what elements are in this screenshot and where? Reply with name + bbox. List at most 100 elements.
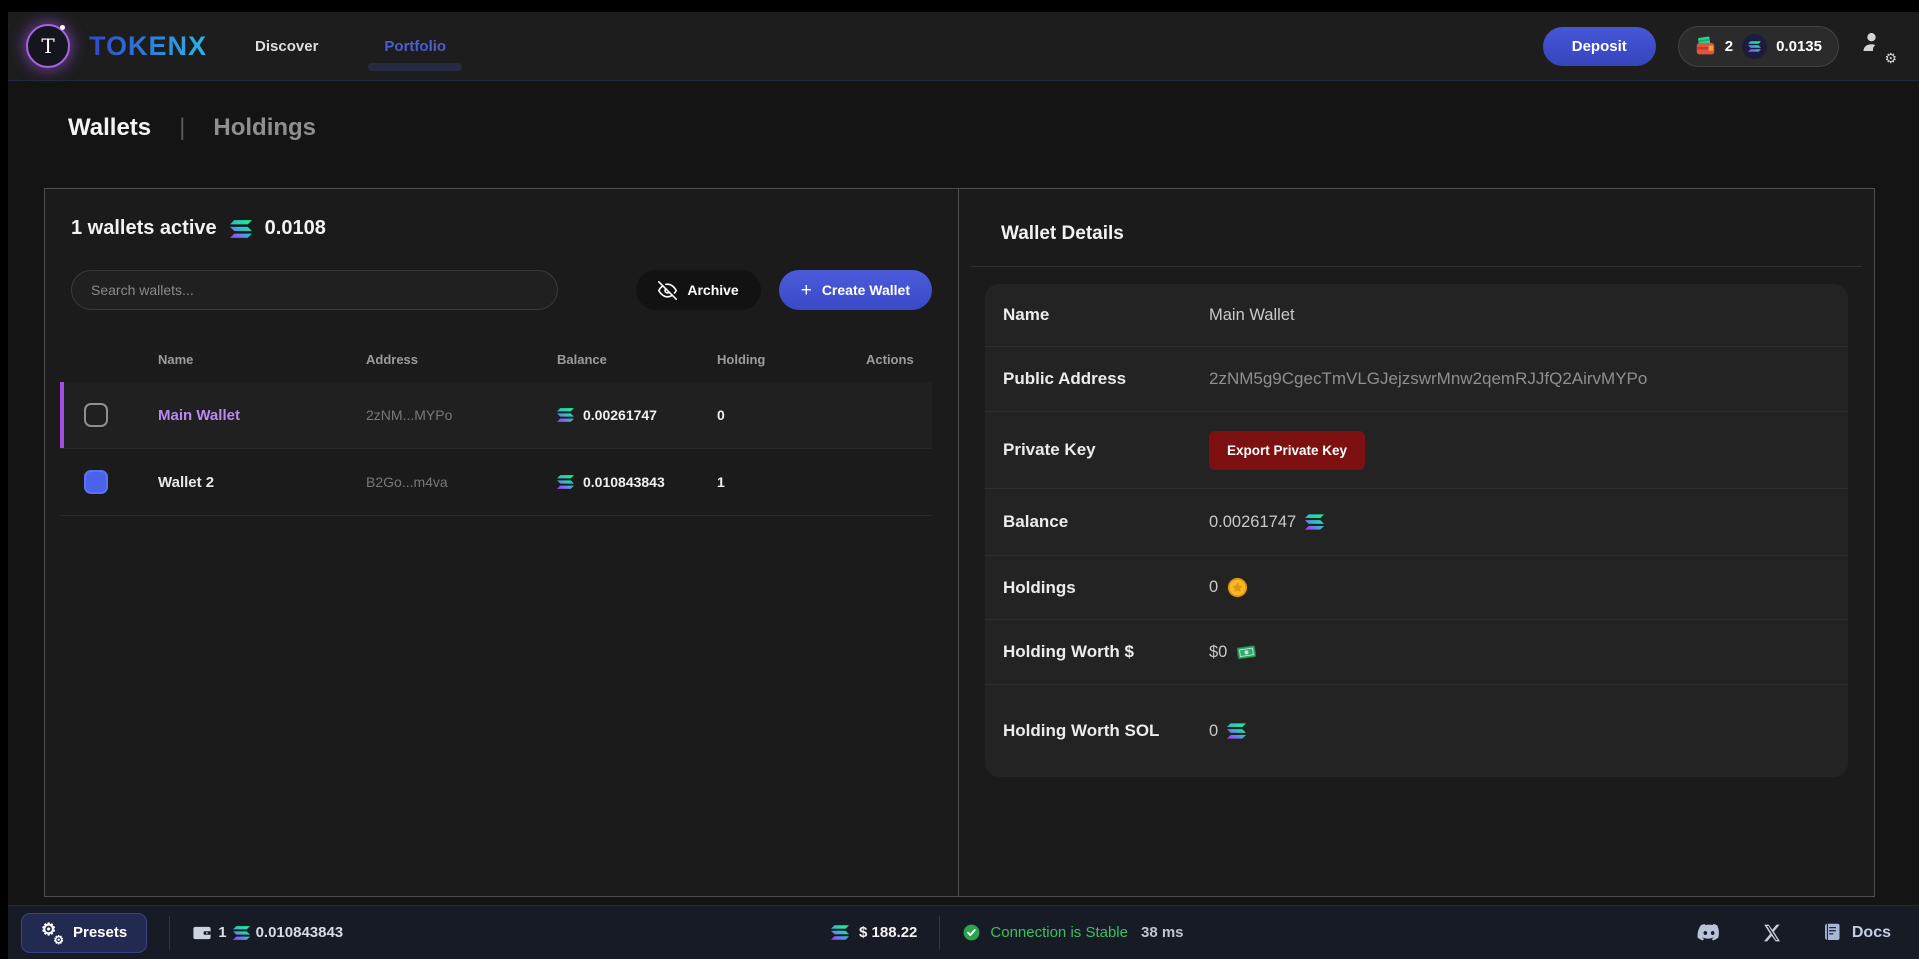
presets-label: Presets — [73, 924, 127, 941]
latency-value: 38 ms — [1141, 924, 1184, 941]
money-bill-icon — [1236, 642, 1257, 663]
statusbar-divider — [939, 916, 940, 950]
connection-status-text: Connection is Stable — [990, 924, 1128, 941]
wallet-balance: 0.00261747 — [583, 407, 657, 423]
active-wallets-label: 1 wallets active — [71, 217, 217, 240]
detail-label-name: Name — [1003, 302, 1199, 328]
deposit-button[interactable]: Deposit — [1543, 27, 1656, 66]
detail-value-public-address[interactable]: 2zNM5g9CgecTmVLGJejzswrMnw2qemRJJfQ2Airv… — [1199, 369, 1848, 389]
coin-icon — [1227, 577, 1248, 598]
export-private-key-button[interactable]: Export Private Key — [1209, 431, 1365, 470]
wallet-details-title: Wallet Details — [1001, 223, 1848, 245]
logo-letter: T — [41, 34, 54, 58]
wallet-address: B2Go...m4va — [344, 474, 534, 490]
detail-row-holding-worth-sol: Holding Worth SOL 0 — [985, 685, 1848, 777]
eye-off-icon — [658, 281, 677, 300]
statusbar-center-group: $ 188.22 Connection is Stable 38 ms — [831, 916, 1184, 950]
discord-icon[interactable] — [1696, 921, 1722, 945]
top-nav-bar: T TOKENX Discover Portfolio Deposit 2 0.… — [8, 12, 1919, 81]
brand-name: TOKENX — [89, 31, 207, 62]
status-bar: ⚙⚙ Presets 1 0.010843843 $ 188.22 Connec… — [8, 905, 1919, 959]
column-header-name[interactable]: Name — [132, 352, 344, 367]
wallets-table-header: Name Address Balance Holding Actions — [60, 336, 932, 382]
archive-button[interactable]: Archive — [636, 270, 760, 310]
column-header-holding[interactable]: Holding — [694, 352, 842, 367]
detail-row-private-key: Private Key Export Private Key — [985, 412, 1848, 489]
statusbar-divider — [169, 916, 170, 950]
wallet-name[interactable]: Wallet 2 — [132, 474, 344, 491]
solana-icon — [1305, 514, 1324, 530]
wallet-balance-cell: 0.010843843 — [534, 474, 694, 490]
solana-icon — [557, 475, 574, 489]
solana-icon — [230, 220, 252, 238]
wallet-balance-cell: 0.00261747 — [534, 407, 694, 423]
connection-status-group: Connection is Stable — [962, 923, 1128, 942]
person-icon — [1861, 30, 1885, 54]
wallet-holding: 1 — [694, 474, 842, 490]
detail-label-private-key: Private Key — [1003, 437, 1199, 463]
wallet-address: 2zNM...MYPo — [344, 407, 534, 423]
user-settings-icon[interactable]: ⚙ — [1861, 30, 1895, 62]
tokenx-logo-icon[interactable]: T — [26, 24, 70, 68]
solana-icon — [233, 926, 250, 940]
solana-icon — [1227, 723, 1246, 739]
column-header-actions: Actions — [842, 352, 932, 367]
presets-button[interactable]: ⚙⚙ Presets — [21, 913, 147, 953]
create-wallet-label: Create Wallet — [822, 282, 910, 298]
wallet-name[interactable]: Main Wallet — [132, 407, 344, 424]
solana-icon — [831, 925, 849, 940]
wallet-row-main-wallet[interactable]: Main Wallet 2zNM...MYPo 0.00261747 0 — [60, 382, 932, 449]
main-panels: 1 wallets active 0.0108 Archive + Create… — [44, 188, 1875, 897]
nav-item-discover[interactable]: Discover — [255, 29, 318, 64]
detail-value-private-key: Export Private Key — [1199, 431, 1848, 470]
gears-icon: ⚙⚙ — [41, 922, 63, 944]
holding-worth-usd: $0 — [1209, 643, 1227, 662]
wallet-checkbox-checked[interactable] — [84, 470, 108, 494]
detail-value-holdings: 0 — [1199, 577, 1848, 598]
wallet-row-wallet-2[interactable]: Wallet 2 B2Go...m4va 0.010843843 1 — [60, 449, 932, 516]
wallet-checkbox-unchecked[interactable] — [84, 403, 108, 427]
holdings-count: 0 — [1209, 578, 1218, 597]
main-nav: Discover Portfolio — [255, 29, 446, 64]
column-header-address[interactable]: Address — [344, 352, 534, 367]
wallet-details-panel: Wallet Details Name Main Wallet Public A… — [959, 189, 1874, 896]
detail-value-balance: 0.00261747 — [1199, 513, 1848, 532]
header-sol-balance: 0.0135 — [1776, 38, 1822, 55]
tab-wallets[interactable]: Wallets — [68, 114, 151, 142]
search-input[interactable] — [71, 270, 558, 310]
detail-label-public-address: Public Address — [1003, 366, 1199, 392]
solana-icon — [557, 408, 574, 422]
archive-label: Archive — [687, 282, 738, 298]
detail-row-holdings: Holdings 0 — [985, 556, 1848, 620]
check-circle-icon — [962, 923, 981, 942]
wallet-summary-pill[interactable]: 2 0.0135 — [1678, 26, 1839, 67]
sol-price-group: $ 188.22 — [831, 924, 917, 941]
detail-value-name: Main Wallet — [1199, 306, 1848, 325]
wallets-controls: Archive + Create Wallet — [71, 270, 932, 310]
detail-label-balance: Balance — [1003, 509, 1199, 535]
nav-item-portfolio[interactable]: Portfolio — [384, 29, 446, 64]
gear-icon: ⚙ — [1884, 51, 1897, 65]
detail-label-holding-worth-usd: Holding Worth $ — [1003, 639, 1199, 665]
column-header-balance[interactable]: Balance — [534, 352, 694, 367]
wallet-emoji-icon — [1695, 36, 1716, 57]
statusbar-wallet-count: 1 — [218, 924, 226, 941]
header-wallet-count: 2 — [1725, 38, 1733, 55]
wallets-table: Name Address Balance Holding Actions Mai… — [60, 336, 932, 516]
detail-row-balance: Balance 0.00261747 — [985, 489, 1848, 556]
detail-value-holding-worth-usd: $0 — [1199, 642, 1848, 663]
docs-link[interactable]: Docs — [1822, 922, 1891, 943]
statusbar-right-group: Docs — [1696, 921, 1891, 945]
detail-row-public-address: Public Address 2zNM5g9CgecTmVLGJejzswrMn… — [985, 347, 1848, 412]
plus-icon: + — [801, 281, 812, 300]
active-wallets-balance: 0.0108 — [265, 217, 326, 240]
sol-price: $ 188.22 — [859, 924, 917, 941]
detail-label-holding-worth-sol: Holding Worth SOL — [1003, 718, 1199, 744]
detail-row-holding-worth-usd: Holding Worth $ $0 — [985, 620, 1848, 685]
create-wallet-button[interactable]: + Create Wallet — [779, 270, 932, 310]
docs-book-icon — [1822, 922, 1843, 943]
detail-label-holdings: Holdings — [1003, 575, 1199, 601]
docs-label: Docs — [1852, 924, 1891, 942]
x-twitter-icon[interactable] — [1762, 923, 1782, 943]
tab-holdings[interactable]: Holdings — [213, 114, 316, 142]
